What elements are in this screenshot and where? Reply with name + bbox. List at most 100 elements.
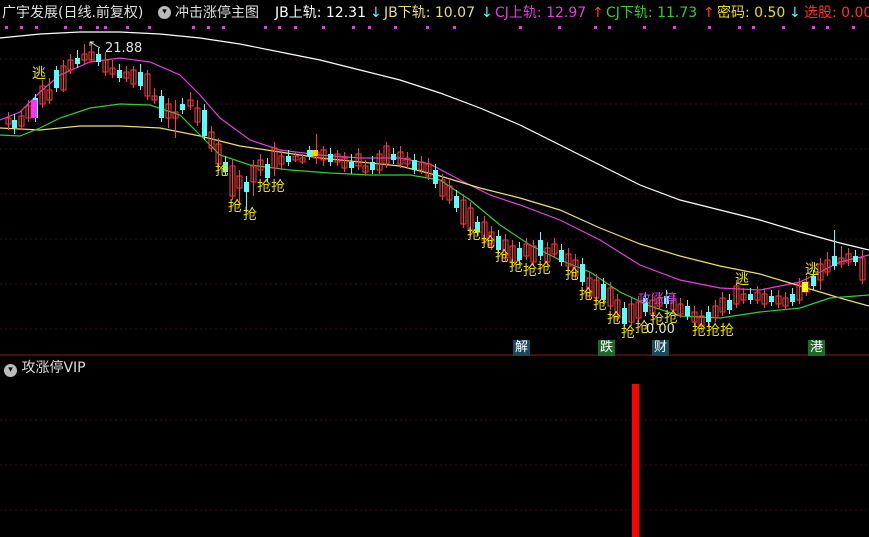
tag-die: 跌 (598, 340, 616, 356)
signal-dot (222, 26, 225, 29)
cj-lower-arrow-icon: ↑ (703, 5, 715, 21)
indicator-name[interactable]: 冲击涨停主图 (175, 2, 259, 24)
candle-body (286, 156, 291, 162)
settings-icon[interactable]: ▾ (158, 6, 171, 19)
candle-body (265, 164, 270, 178)
signal-dot (558, 26, 561, 29)
grab-label: 抢 (692, 323, 706, 339)
signal-dot (126, 26, 129, 29)
cj-lower-value: CJ下轨: 11.73 (606, 5, 698, 21)
candle-body (559, 250, 564, 262)
signal-dot (294, 26, 297, 29)
signal-dot (519, 26, 522, 29)
jb-lower-value: JB下轨: 10.07 (384, 5, 475, 21)
kline-chart[interactable] (0, 0, 869, 537)
sub-panel-title[interactable]: 攻涨停VIP (21, 360, 85, 376)
signal-dot (96, 26, 99, 29)
grab-label: 抢 (537, 261, 551, 277)
grab-label: 抢 (271, 179, 285, 195)
limit-up-signal-label: 攻涨停 (638, 292, 678, 307)
signal-dot (852, 26, 855, 29)
grab-label: 抢 (607, 311, 621, 327)
top-dots (5, 26, 855, 29)
signal-dot (64, 26, 67, 29)
signal-dot (368, 26, 371, 29)
signal-dot (812, 26, 815, 29)
grab-label: 抢 (481, 235, 495, 251)
signal-dot (207, 26, 210, 29)
signal-dot (738, 26, 741, 29)
candle-body (117, 70, 122, 78)
signal-dot (264, 26, 267, 29)
grab-label: 抢 (706, 323, 720, 339)
candle-body (832, 256, 837, 266)
jb-upper-arrow-icon: ↓ (370, 5, 382, 21)
cj-upper-arrow-icon: ↑ (592, 5, 604, 21)
candle-body (349, 162, 354, 168)
signal-dot (352, 26, 355, 29)
signal-dot (752, 26, 755, 29)
candle-body (580, 264, 585, 282)
signal-dot (278, 26, 281, 29)
signal-dot (394, 26, 397, 29)
candle-body (12, 120, 17, 128)
candle-body (328, 154, 333, 162)
grab-label: 抢 (621, 325, 635, 341)
signal-dot (148, 26, 151, 29)
signal-dot (322, 26, 325, 29)
grab-label: 抢 (228, 199, 242, 215)
sub-panel-settings-icon[interactable]: ▾ (4, 364, 17, 377)
signal-dot (104, 26, 107, 29)
candle-body (622, 308, 627, 324)
candle-body (391, 154, 396, 160)
candle-body (748, 294, 753, 300)
signal-dot (192, 26, 195, 29)
signal-dot (20, 26, 23, 29)
highlight-candle (802, 282, 808, 292)
candle-body (454, 196, 459, 208)
candle-body (244, 182, 249, 192)
grab-label: 抢 (467, 227, 481, 243)
zero-value-label: 0.00 (646, 322, 675, 337)
grab-label: 抢 (495, 249, 509, 265)
signal-dot (426, 26, 429, 29)
signal-dot (79, 26, 82, 29)
candle-body (727, 300, 732, 310)
jb-upper-value: JB上轨: 12.31 (275, 5, 366, 21)
candle-body (433, 170, 438, 184)
candle-body (54, 70, 59, 88)
signal-dot (453, 26, 456, 29)
grab-label: 抢 (243, 207, 257, 223)
grab-label: 抢 (593, 297, 607, 313)
candle-body (159, 96, 164, 118)
candle-body (769, 296, 774, 302)
escape-label: 逃 (735, 272, 749, 288)
signal-dot (35, 26, 38, 29)
candle-body (307, 150, 312, 156)
candle-body (412, 160, 417, 170)
signal-dot (826, 26, 829, 29)
signal-dot (5, 26, 8, 29)
tag-jie: 解 (513, 340, 531, 356)
candle-body (180, 104, 185, 110)
candle-body (853, 256, 858, 262)
candle-body (496, 236, 501, 250)
candle-body (370, 162, 375, 170)
candle-body (96, 54, 101, 62)
grab-label: 抢 (215, 163, 229, 179)
password-arrow-icon: ↓ (789, 5, 801, 21)
tag-gang: 港 (808, 340, 826, 356)
password-value: 密码: 0.50 (717, 5, 786, 21)
stock-title[interactable]: 广宇发展(日线.前复权) (2, 2, 143, 24)
signal-dot (643, 26, 646, 29)
signal-dot (782, 26, 785, 29)
escape-label: 逃 (805, 262, 819, 278)
signal-dot (673, 26, 676, 29)
grab-label: 抢 (720, 323, 734, 339)
grab-label: 抢 (579, 287, 593, 303)
grab-label: 抢 (257, 179, 271, 195)
candle-body (75, 58, 80, 64)
signal-dot (708, 26, 711, 29)
candle-body (685, 306, 690, 316)
candle-body (538, 240, 543, 256)
